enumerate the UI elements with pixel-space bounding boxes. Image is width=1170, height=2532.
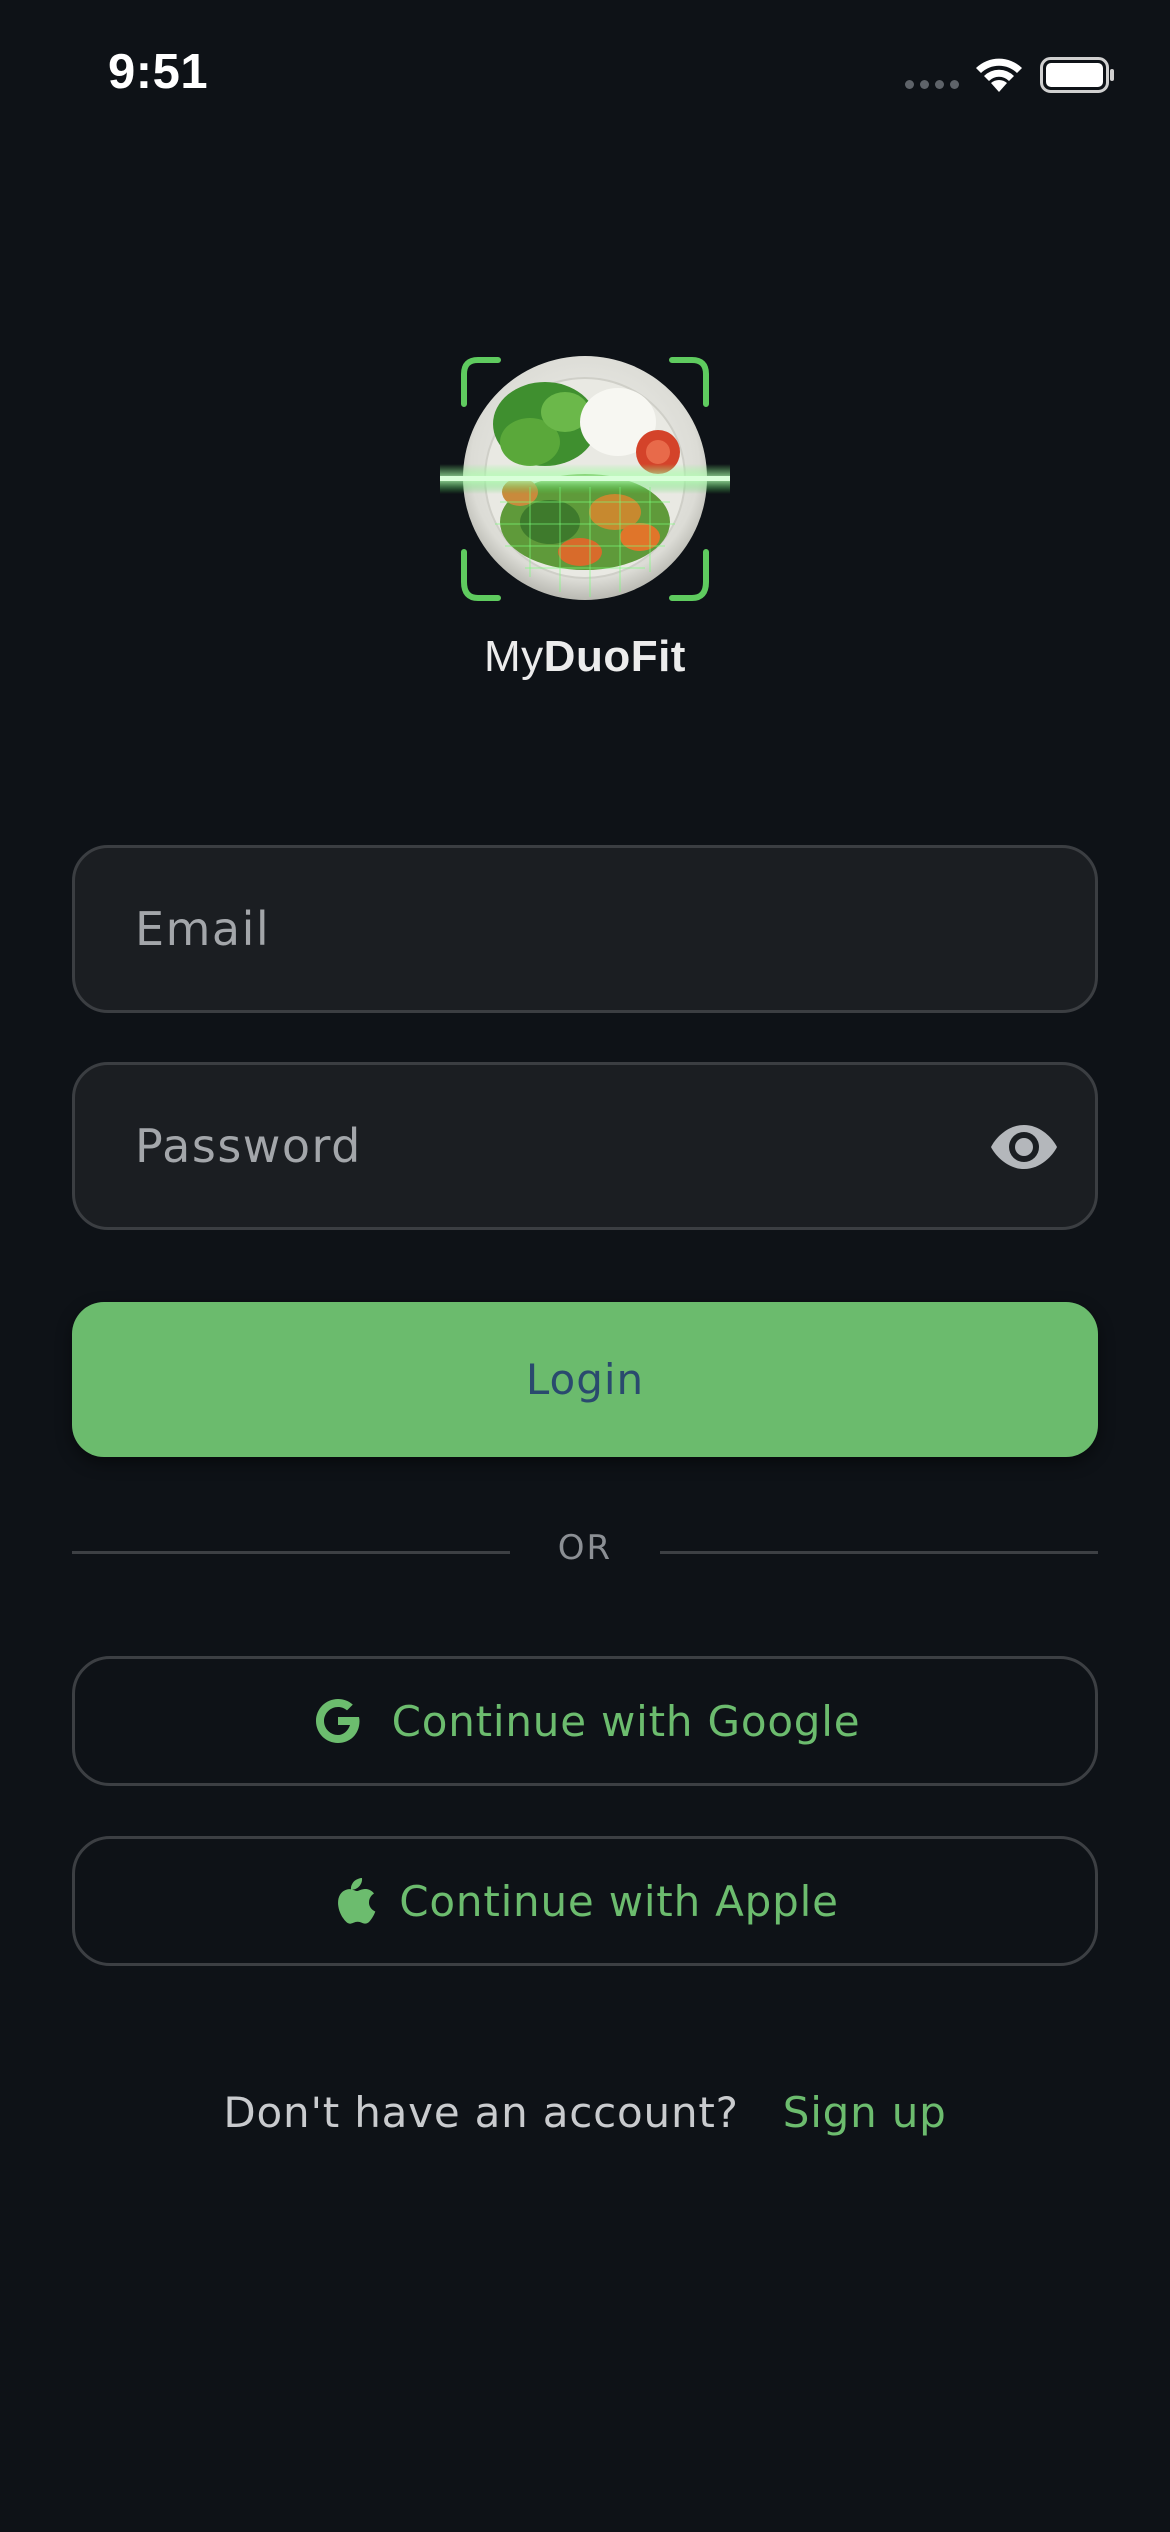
continue-with-apple-button[interactable]: Continue with Apple — [72, 1836, 1098, 1966]
google-button-label: Continue with Google — [391, 1696, 861, 1746]
app-name-prefix: My — [484, 632, 544, 681]
status-bar: 9:51 — [0, 0, 1170, 150]
login-screen: 9:51 MyDuoFit Email Password Login OR Co… — [0, 0, 1170, 2532]
eye-icon[interactable] — [989, 1119, 1059, 1175]
google-icon — [315, 1699, 360, 1743]
email-field[interactable]: Email — [72, 845, 1098, 1013]
battery-icon — [1040, 57, 1114, 93]
cellular-signal-icon — [905, 80, 959, 92]
sign-up-link[interactable]: Sign up — [783, 2088, 947, 2137]
wifi-icon — [976, 58, 1022, 92]
plate-scan-icon — [440, 356, 730, 601]
signup-prompt: Don't have an account? Sign up — [0, 2088, 1170, 2137]
app-name-bold: DuoFit — [543, 632, 686, 681]
password-placeholder: Password — [135, 1119, 362, 1173]
login-button[interactable]: Login — [72, 1302, 1098, 1457]
apple-icon — [338, 1878, 376, 1924]
email-placeholder: Email — [135, 902, 271, 956]
signup-question: Don't have an account? — [223, 2088, 739, 2137]
divider-or-text: OR — [557, 1528, 613, 1568]
apple-button-label: Continue with Apple — [399, 1876, 839, 1926]
continue-with-google-button[interactable]: Continue with Google — [72, 1656, 1098, 1786]
status-time: 9:51 — [108, 45, 209, 99]
divider-right — [660, 1551, 1098, 1554]
app-name: MyDuoFit — [0, 632, 1170, 682]
password-field[interactable]: Password — [72, 1062, 1098, 1230]
